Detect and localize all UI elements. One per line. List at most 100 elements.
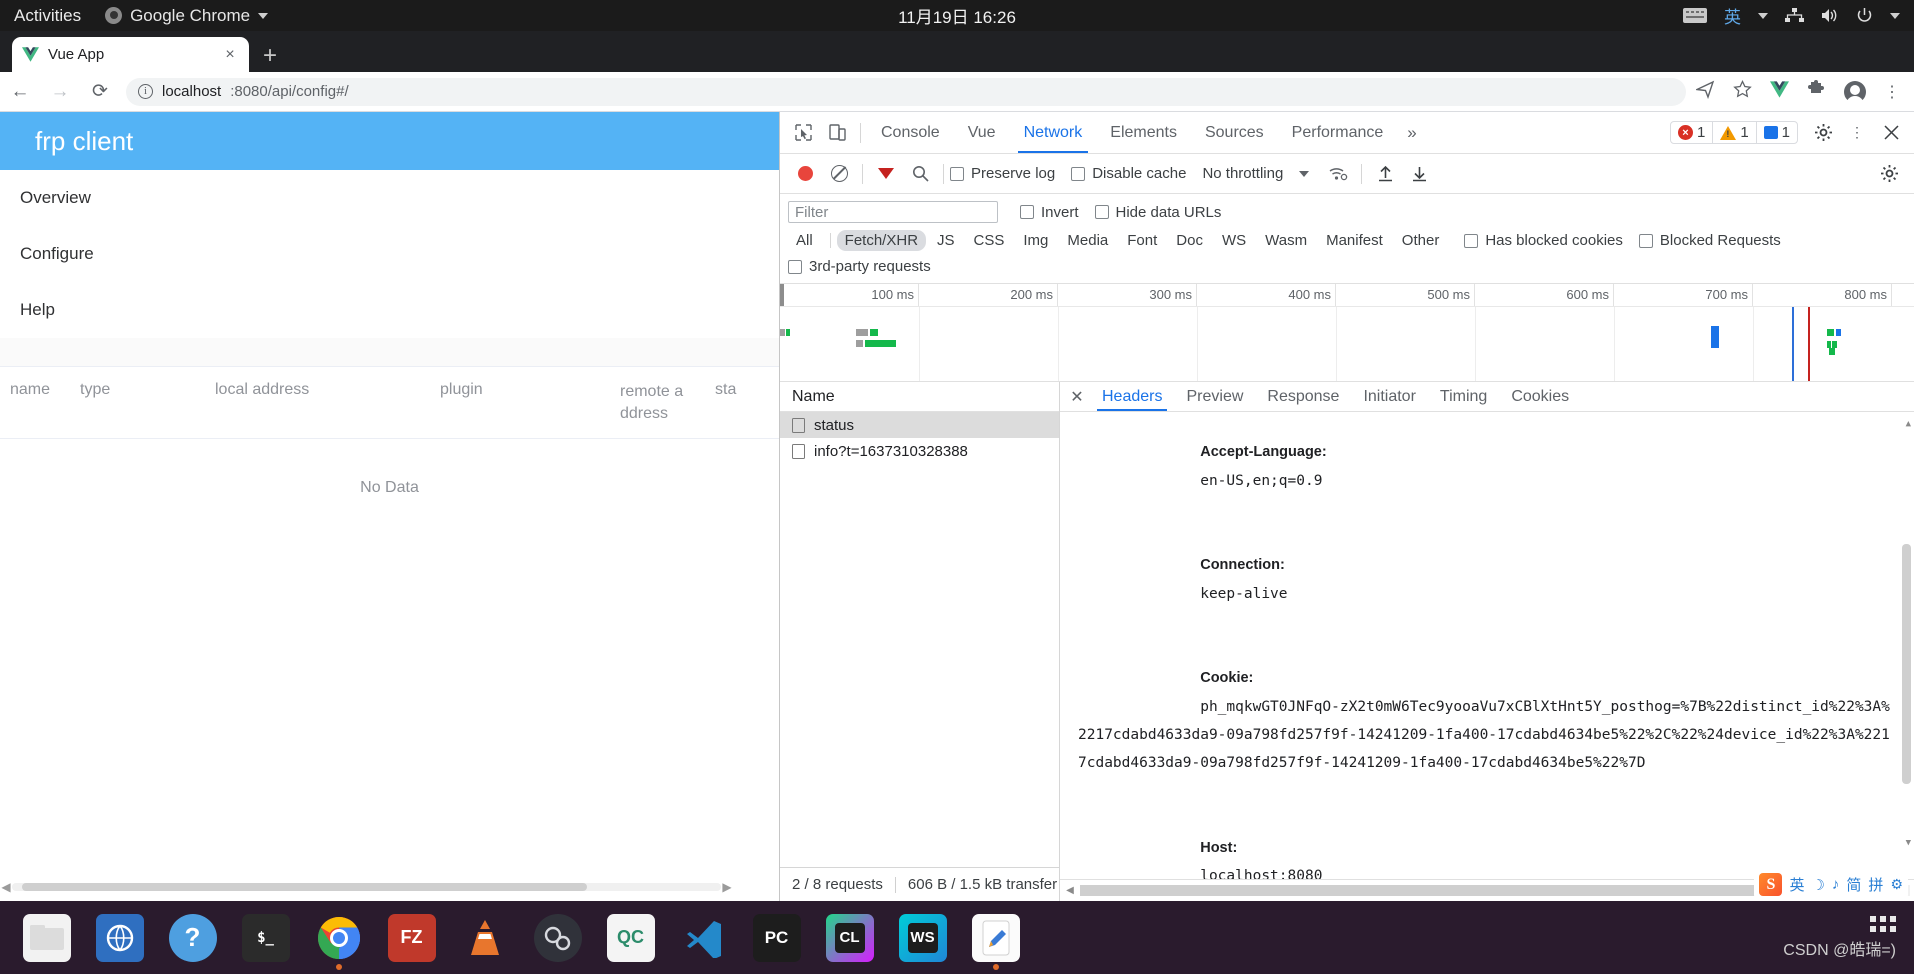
chrome-menu-icon[interactable]: ⋮ bbox=[1884, 82, 1900, 102]
dock-item-files[interactable] bbox=[10, 901, 83, 974]
scroll-right-arrow-icon[interactable]: ▶ bbox=[721, 880, 733, 894]
sogou-ime-indicator[interactable]: S 英 ☽ ♪ 简 拼 ⚙ bbox=[1754, 871, 1908, 898]
dock-item-vscode[interactable] bbox=[667, 901, 740, 974]
scroll-left-arrow-icon[interactable]: ◀ bbox=[0, 880, 12, 894]
requests-column-header[interactable]: Name bbox=[780, 382, 1059, 412]
detail-tab-initiator[interactable]: Initiator bbox=[1351, 382, 1427, 411]
tab-console[interactable]: Console bbox=[867, 112, 954, 153]
type-filter-font[interactable]: Font bbox=[1119, 230, 1165, 251]
filter-icon[interactable] bbox=[869, 159, 903, 189]
type-filter-manifest[interactable]: Manifest bbox=[1318, 230, 1391, 251]
tab-close-icon[interactable]: × bbox=[221, 46, 239, 64]
activities-button[interactable]: Activities bbox=[14, 6, 81, 26]
scroll-up-arrow-icon[interactable]: ▲ bbox=[1906, 416, 1911, 434]
ime-pinyin-label[interactable]: 拼 bbox=[1868, 874, 1883, 895]
kebab-menu-icon[interactable]: ⋮ bbox=[1840, 118, 1874, 148]
new-tab-button[interactable]: + bbox=[263, 44, 277, 68]
dock-item-text-editor[interactable] bbox=[959, 901, 1032, 974]
throttling-select[interactable]: No throttling bbox=[1202, 165, 1283, 182]
message-badge[interactable]: 1 bbox=[1755, 122, 1797, 143]
nav-item-help[interactable]: Help bbox=[0, 282, 779, 338]
nav-item-overview[interactable]: Overview bbox=[0, 170, 779, 226]
error-badge[interactable]: × 1 bbox=[1671, 122, 1712, 143]
reload-button[interactable]: ⟳ bbox=[80, 82, 120, 101]
network-icon[interactable] bbox=[1785, 8, 1804, 23]
dock-item-terminal[interactable]: $_ bbox=[229, 901, 302, 974]
detail-tab-cookies[interactable]: Cookies bbox=[1499, 382, 1581, 411]
type-filter-css[interactable]: CSS bbox=[966, 230, 1013, 251]
tab-performance[interactable]: Performance bbox=[1278, 112, 1398, 153]
headers-vertical-scrollbar[interactable]: ▲ ▼ bbox=[1902, 416, 1911, 853]
page-horizontal-scrollbar[interactable]: ◀ ▶ bbox=[0, 880, 733, 894]
dock-item-help[interactable]: ? bbox=[156, 901, 229, 974]
scroll-down-arrow-icon[interactable]: ▼ bbox=[1906, 835, 1911, 853]
ime-note-icon[interactable]: ♪ bbox=[1832, 876, 1840, 893]
preserve-log-checkbox[interactable]: Preserve log bbox=[950, 165, 1055, 182]
type-filter-wasm[interactable]: Wasm bbox=[1257, 230, 1315, 251]
dock-item-filezilla[interactable]: FZ bbox=[375, 901, 448, 974]
system-clock[interactable]: 11月19日 16:26 bbox=[0, 3, 1914, 28]
type-filter-other[interactable]: Other bbox=[1394, 230, 1448, 251]
keyboard-icon[interactable] bbox=[1683, 8, 1707, 23]
column-header-type[interactable]: type bbox=[80, 367, 215, 438]
ime-simplified-label[interactable]: 简 bbox=[1846, 874, 1861, 895]
headers-content[interactable]: Accept-Language: en-US,en;q=0.9 Connecti… bbox=[1060, 412, 1914, 879]
window-controls[interactable] bbox=[1893, 44, 1914, 72]
column-header-name[interactable]: name bbox=[0, 367, 80, 438]
column-header-plugin[interactable]: plugin bbox=[440, 367, 620, 438]
type-filter-ws[interactable]: WS bbox=[1214, 230, 1254, 251]
volume-icon[interactable] bbox=[1821, 8, 1839, 23]
throttling-chevron-down-icon[interactable] bbox=[1287, 159, 1321, 189]
detail-tab-timing[interactable]: Timing bbox=[1428, 382, 1499, 411]
detail-tab-headers[interactable]: Headers bbox=[1090, 382, 1174, 411]
third-party-requests-checkbox[interactable]: 3rd-party requests bbox=[788, 258, 931, 275]
type-filter-img[interactable]: Img bbox=[1015, 230, 1056, 251]
active-app-menu[interactable]: Google Chrome bbox=[105, 6, 269, 26]
column-header-local-address[interactable]: local address bbox=[215, 367, 440, 438]
type-filter-media[interactable]: Media bbox=[1059, 230, 1116, 251]
record-button[interactable] bbox=[788, 159, 822, 189]
ime-gear-icon[interactable]: ⚙ bbox=[1890, 876, 1903, 893]
export-har-icon[interactable] bbox=[1402, 159, 1436, 189]
address-bar[interactable]: i localhost:8080/api/config#/ bbox=[126, 77, 1686, 106]
invert-checkbox[interactable]: Invert bbox=[1020, 204, 1079, 221]
tab-elements[interactable]: Elements bbox=[1096, 112, 1191, 153]
ime-moon-icon[interactable]: ☽ bbox=[1811, 876, 1824, 894]
bookmark-star-icon[interactable] bbox=[1733, 79, 1752, 104]
forward-button[interactable]: → bbox=[40, 82, 80, 101]
site-info-icon[interactable]: i bbox=[138, 84, 153, 99]
hide-data-urls-checkbox[interactable]: Hide data URLs bbox=[1094, 204, 1221, 221]
vertical-scroll-thumb[interactable] bbox=[1902, 544, 1911, 784]
profile-avatar[interactable] bbox=[1844, 80, 1866, 106]
network-overview-timeline[interactable]: 100 ms 200 ms 300 ms 400 ms 500 ms 600 m… bbox=[780, 283, 1914, 382]
detail-tab-response[interactable]: Response bbox=[1255, 382, 1351, 411]
dock-item-webstorm[interactable]: WS bbox=[886, 901, 959, 974]
dock-item-vlc[interactable] bbox=[448, 901, 521, 974]
network-settings-gear-icon[interactable] bbox=[1872, 159, 1906, 189]
disable-cache-checkbox[interactable]: Disable cache bbox=[1071, 165, 1186, 182]
tab-sources[interactable]: Sources bbox=[1191, 112, 1278, 153]
dock-item-obs[interactable] bbox=[521, 901, 594, 974]
nav-item-configure[interactable]: Configure bbox=[0, 226, 779, 282]
tab-vue[interactable]: Vue bbox=[954, 112, 1010, 153]
scroll-track[interactable] bbox=[12, 883, 721, 891]
filter-input[interactable]: Filter bbox=[788, 201, 998, 223]
clear-icon[interactable] bbox=[822, 159, 856, 189]
gear-icon[interactable] bbox=[1806, 118, 1840, 148]
ime-indicator-label[interactable]: 英 bbox=[1724, 3, 1741, 28]
request-row-status[interactable]: status bbox=[780, 412, 1059, 438]
search-icon[interactable] bbox=[903, 159, 937, 189]
extensions-puzzle-icon[interactable] bbox=[1807, 79, 1826, 104]
network-conditions-icon[interactable] bbox=[1321, 159, 1355, 189]
request-row-info[interactable]: info?t=1637310328388 bbox=[780, 438, 1059, 464]
dock-item-qc[interactable]: QC bbox=[594, 901, 667, 974]
type-filter-all[interactable]: All bbox=[788, 230, 821, 251]
browser-tab-vue-app[interactable]: Vue App × bbox=[12, 37, 249, 72]
close-devtools-icon[interactable] bbox=[1874, 118, 1908, 148]
system-menu-chevron-icon[interactable] bbox=[1890, 12, 1900, 19]
type-filter-fetch-xhr[interactable]: Fetch/XHR bbox=[836, 230, 927, 251]
vue-devtools-extension-icon[interactable] bbox=[1770, 80, 1789, 103]
column-header-status[interactable]: sta bbox=[715, 367, 775, 438]
hscroll-left-arrow-icon[interactable]: ◀ bbox=[1064, 885, 1076, 896]
tab-network[interactable]: Network bbox=[1010, 112, 1097, 153]
